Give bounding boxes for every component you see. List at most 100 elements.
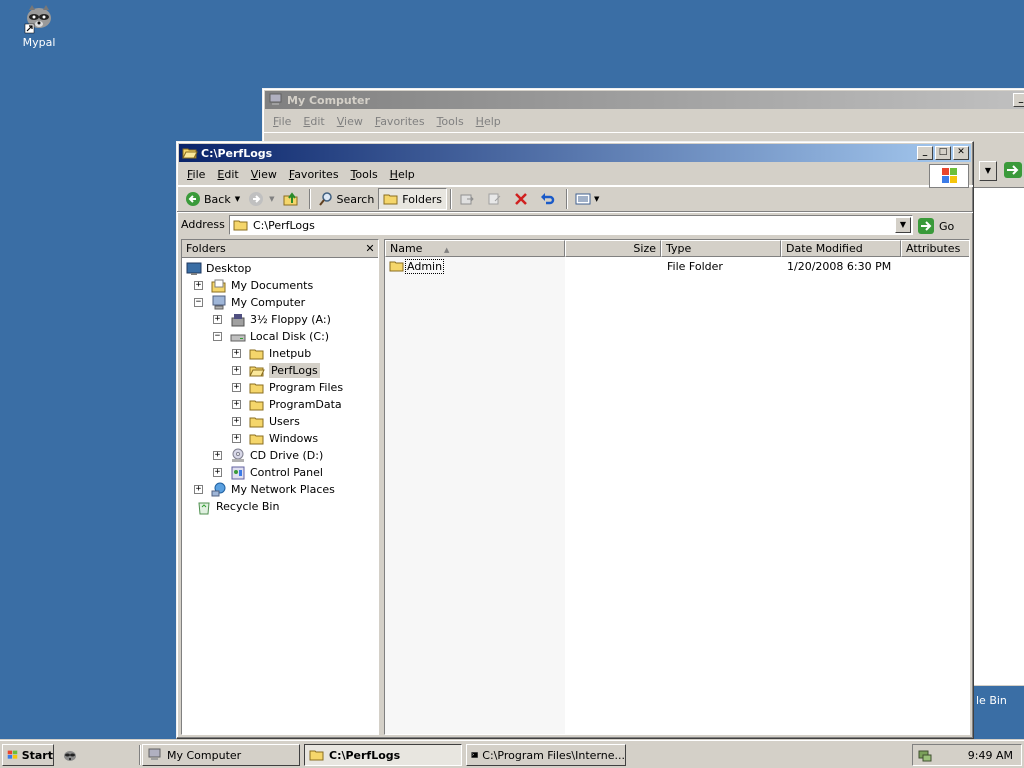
- tree-item[interactable]: + CD Drive (D:): [213, 447, 323, 464]
- tree-item[interactable]: − Local Disk (C:): [213, 328, 329, 345]
- expand-icon[interactable]: +: [232, 349, 241, 358]
- recycle-bin-partial-desktop-label[interactable]: le Bin: [976, 694, 1007, 707]
- toolbar-separator: [308, 189, 311, 209]
- desktop-icon-mypal[interactable]: Mypal: [14, 2, 64, 49]
- folder-open-icon: [309, 750, 324, 761]
- explorer-titlebar[interactable]: C:\PerfLogs _ □ ✕: [179, 144, 971, 162]
- chevron-down-icon[interactable]: ▼: [594, 195, 599, 203]
- collapse-icon[interactable]: −: [213, 332, 222, 341]
- tree-item[interactable]: + Program Files: [232, 379, 343, 396]
- views-icon: [575, 193, 591, 205]
- computer-icon: [148, 748, 161, 760]
- start-button[interactable]: Start: [2, 744, 54, 766]
- windows-logo: [929, 164, 969, 188]
- expand-icon[interactable]: +: [232, 366, 241, 375]
- row-name[interactable]: Admin: [405, 259, 445, 274]
- tree-item[interactable]: + Control Panel: [213, 464, 323, 481]
- tree-item[interactable]: + Windows: [232, 430, 318, 447]
- menu-edit[interactable]: Edit: [211, 168, 244, 181]
- menu-help[interactable]: Help: [384, 168, 421, 181]
- table-row[interactable]: Admin File Folder 1/20/2008 6:30 PM: [385, 258, 969, 275]
- tree-item-label: Local Disk (C:): [250, 330, 330, 343]
- collapse-icon[interactable]: −: [194, 298, 203, 307]
- recycle-bin-icon: [196, 499, 212, 515]
- column-header-name[interactable]: Name ▲: [385, 240, 565, 257]
- close-button[interactable]: ✕: [953, 146, 969, 160]
- menu-view[interactable]: View: [331, 115, 369, 128]
- menu-view[interactable]: View: [245, 168, 283, 181]
- copy-to-icon: [488, 193, 501, 205]
- folders-button[interactable]: Folders: [378, 188, 448, 210]
- menu-file[interactable]: File: [267, 115, 297, 128]
- menu-favorites[interactable]: Favorites: [369, 115, 431, 128]
- folder-up-icon: [283, 192, 297, 206]
- back-go-button[interactable]: [1003, 161, 1024, 181]
- chevron-down-icon[interactable]: ▼: [269, 195, 274, 203]
- expand-icon[interactable]: +: [232, 434, 241, 443]
- menu-tools[interactable]: Tools: [345, 168, 384, 181]
- network-tray-icon[interactable]: [917, 747, 933, 763]
- expand-icon[interactable]: +: [213, 451, 222, 460]
- tree-item[interactable]: + Users: [232, 413, 300, 430]
- menu-favorites[interactable]: Favorites: [283, 168, 345, 181]
- menu-edit[interactable]: Edit: [297, 115, 330, 128]
- address-dropdown-arrow[interactable]: ▼: [895, 217, 911, 233]
- move-to-button[interactable]: [455, 188, 482, 210]
- minimize-button[interactable]: _: [1013, 93, 1024, 107]
- search-button[interactable]: Search: [314, 188, 379, 210]
- expand-icon[interactable]: +: [213, 468, 222, 477]
- tree-item[interactable]: + My Network Places: [194, 481, 335, 498]
- tree-item[interactable]: + My Documents: [194, 277, 313, 294]
- delete-button[interactable]: [509, 188, 536, 210]
- close-icon[interactable]: ✕: [362, 242, 378, 255]
- column-header-type[interactable]: Type: [661, 240, 781, 257]
- tree-item-label: Program Files: [269, 381, 344, 394]
- expand-icon[interactable]: +: [194, 281, 203, 290]
- menu-help[interactable]: Help: [470, 115, 507, 128]
- up-button[interactable]: [279, 188, 306, 210]
- forward-button[interactable]: ▼: [244, 188, 278, 210]
- tree-item[interactable]: − My Computer: [194, 294, 305, 311]
- undo-button[interactable]: [536, 188, 563, 210]
- clock[interactable]: 9:49 AM: [968, 749, 1013, 762]
- folder-open-icon: [249, 363, 265, 379]
- copy-to-button[interactable]: [482, 188, 509, 210]
- views-button[interactable]: ▼: [571, 188, 603, 210]
- menu-file[interactable]: File: [181, 168, 211, 181]
- minimize-button[interactable]: _: [917, 146, 933, 160]
- desktop-icon-label: Mypal: [22, 36, 56, 49]
- tree-item[interactable]: + ProgramData: [232, 396, 342, 413]
- taskbar-button-my-computer[interactable]: My Computer: [142, 744, 300, 766]
- tree-item[interactable]: + Inetpub: [232, 345, 311, 362]
- expand-icon[interactable]: +: [213, 315, 222, 324]
- tree-item[interactable]: Desktop: [184, 260, 251, 277]
- column-header-size[interactable]: Size: [565, 240, 661, 257]
- my-computer-titlebar[interactable]: My Computer _: [265, 91, 1024, 109]
- address-input[interactable]: C:\PerfLogs ▼: [229, 215, 913, 235]
- back-button[interactable]: Back ▼: [181, 188, 244, 210]
- tree-item[interactable]: +3½ Floppy (A:): [213, 311, 331, 328]
- column-header-date-modified[interactable]: Date Modified: [781, 240, 901, 257]
- tree-item[interactable]: Recycle Bin: [194, 498, 279, 515]
- expand-icon[interactable]: +: [194, 485, 203, 494]
- expand-icon[interactable]: +: [232, 400, 241, 409]
- back-arrow-icon: [186, 192, 200, 206]
- expand-icon[interactable]: +: [232, 383, 241, 392]
- floppy-icon: [230, 312, 246, 328]
- explorer-window[interactable]: C:\PerfLogs _ □ ✕ File Edit View Favorit…: [176, 141, 974, 739]
- expand-icon[interactable]: +: [232, 417, 241, 426]
- tree-item-label: Windows: [269, 432, 319, 445]
- menu-tools[interactable]: Tools: [431, 115, 470, 128]
- documents-icon: [211, 278, 227, 294]
- tree-item-label: My Computer: [231, 296, 306, 309]
- taskbar-button-command-prompt[interactable]: C:\Program Files\Interne...: [466, 744, 626, 766]
- back-dropdown-arrow[interactable]: ▼: [979, 161, 997, 181]
- move-to-icon: [460, 194, 474, 205]
- taskbar-button-perflogs[interactable]: C:\PerfLogs: [304, 744, 462, 766]
- go-button[interactable]: Go: [917, 216, 954, 236]
- tree-item[interactable]: + PerfLogs: [232, 362, 320, 379]
- maximize-button[interactable]: □: [935, 146, 951, 160]
- column-header-attributes[interactable]: Attributes: [901, 240, 969, 257]
- quick-launch-mypal-icon[interactable]: [62, 747, 78, 763]
- chevron-down-icon[interactable]: ▼: [235, 195, 240, 203]
